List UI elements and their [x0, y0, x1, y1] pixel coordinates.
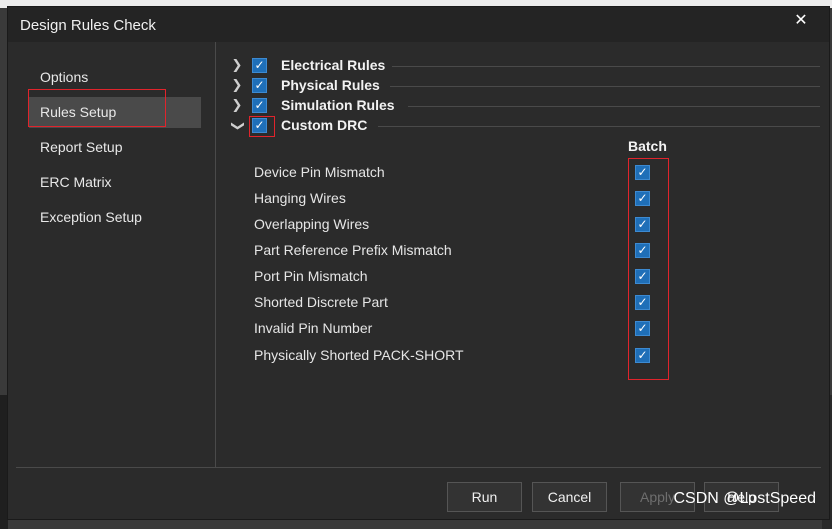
- chevron-down-icon[interactable]: ❯: [227, 119, 247, 133]
- rule-checkbox-electrical[interactable]: ✓: [252, 58, 267, 73]
- sidebar-item-rules-setup[interactable]: Rules Setup: [29, 97, 201, 128]
- chevron-right-icon[interactable]: ❯: [230, 56, 244, 76]
- rule-row-simulation: ❯ ✓ Simulation Rules: [230, 96, 820, 116]
- rule-row-physical: ❯ ✓ Physical Rules: [230, 76, 820, 96]
- separator-line: [390, 86, 820, 87]
- batch-checkbox-hanging-wires[interactable]: ✓: [635, 191, 650, 206]
- drc-item-label: Overlapping Wires: [254, 216, 370, 232]
- separator-line: [392, 66, 820, 67]
- watermark: CSDN @LostSpeed: [673, 490, 816, 507]
- separator-line: [378, 126, 820, 127]
- rule-label-simulation: Simulation Rules: [281, 97, 395, 113]
- sidebar-item-report-setup[interactable]: Report Setup: [29, 132, 201, 163]
- dialog-title: Design Rules Check: [20, 17, 156, 34]
- rule-checkbox-physical[interactable]: ✓: [252, 78, 267, 93]
- rule-label-custom-drc: Custom DRC: [281, 117, 368, 133]
- footer-separator: [16, 467, 821, 468]
- drc-item-label: Port Pin Mismatch: [254, 268, 368, 284]
- drc-item-label: Invalid Pin Number: [254, 320, 373, 336]
- sidebar-item-erc-matrix[interactable]: ERC Matrix: [29, 167, 201, 198]
- close-button[interactable]: ✕: [793, 12, 809, 30]
- batch-checkbox-physically-shorted-pack-short[interactable]: ✓: [635, 348, 650, 363]
- drc-item-label: Device Pin Mismatch: [254, 164, 385, 180]
- batch-checkbox-shorted-discrete-part[interactable]: ✓: [635, 295, 650, 310]
- title-bar: Design Rules Check ✕: [8, 7, 829, 42]
- drc-item-label: Shorted Discrete Part: [254, 294, 388, 310]
- batch-checkbox-port-pin-mismatch[interactable]: ✓: [635, 269, 650, 284]
- batch-checkbox-invalid-pin-number[interactable]: ✓: [635, 321, 650, 336]
- separator-line: [408, 106, 820, 107]
- rule-row-custom-drc: ❯ ✓ Custom DRC: [230, 116, 820, 136]
- sidebar-item-exception-setup[interactable]: Exception Setup: [29, 202, 201, 233]
- batch-checkbox-device-pin-mismatch[interactable]: ✓: [635, 165, 650, 180]
- batch-checkbox-part-reference-prefix-mismatch[interactable]: ✓: [635, 243, 650, 258]
- design-rules-check-dialog: Design Rules Check ✕ Options Rules Setup…: [7, 6, 830, 520]
- drc-item-label: Physically Shorted PACK-SHORT: [254, 347, 464, 363]
- rule-label-electrical: Electrical Rules: [281, 57, 386, 73]
- sidebar-item-options[interactable]: Options: [29, 62, 201, 93]
- run-button[interactable]: Run: [447, 482, 522, 512]
- drc-item-label: Hanging Wires: [254, 190, 346, 206]
- sidebar: Options Rules Setup Report Setup ERC Mat…: [8, 42, 216, 468]
- chevron-right-icon[interactable]: ❯: [230, 76, 244, 96]
- rule-row-electrical: ❯ ✓ Electrical Rules: [230, 56, 820, 76]
- rule-label-physical: Physical Rules: [281, 77, 380, 93]
- batch-checkbox-overlapping-wires[interactable]: ✓: [635, 217, 650, 232]
- drc-item-label: Part Reference Prefix Mismatch: [254, 242, 452, 258]
- cancel-button[interactable]: Cancel: [532, 482, 607, 512]
- rule-checkbox-custom-drc[interactable]: ✓: [252, 118, 267, 133]
- rule-checkbox-simulation[interactable]: ✓: [252, 98, 267, 113]
- chevron-right-icon[interactable]: ❯: [230, 96, 244, 116]
- batch-column-header: Batch: [628, 138, 667, 154]
